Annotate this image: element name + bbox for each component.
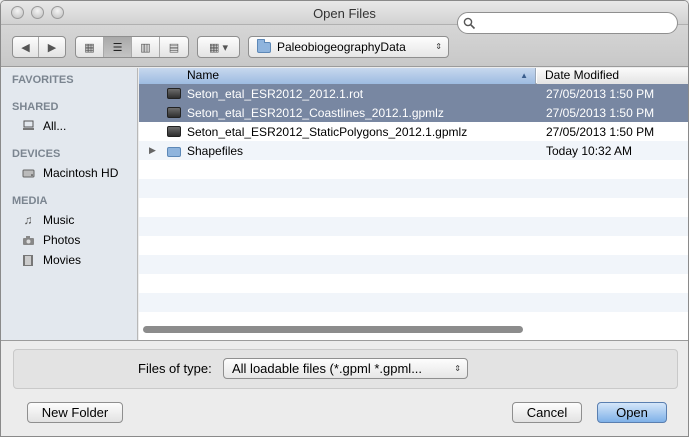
sidebar-header-favorites: FAVORITES <box>12 74 74 86</box>
sidebar-item-macintosh-hd[interactable]: Macintosh HD <box>21 166 118 180</box>
camera-icon <box>21 233 35 247</box>
coverflow-view-button[interactable]: ▤ <box>160 37 188 57</box>
date-modified-column-header[interactable]: Date Modified <box>537 68 688 84</box>
icon-view-button[interactable]: ▦ <box>76 37 104 57</box>
sidebar-item-label: Movies <box>43 253 82 267</box>
open-button[interactable]: Open <box>597 402 667 423</box>
list-view-button[interactable]: ☰ <box>104 37 132 57</box>
sidebar-item-label: Macintosh HD <box>43 166 119 180</box>
empty-row-stripe <box>139 217 688 236</box>
view-mode-buttons: ▦ ☰ ▥ ▤ <box>75 36 189 58</box>
file-date: 27/05/2013 1:50 PM <box>546 124 655 139</box>
file-date: 27/05/2013 1:50 PM <box>546 86 655 101</box>
music-note-icon: ♫ <box>23 213 33 227</box>
sidebar-item-movies[interactable]: Movies <box>21 253 81 267</box>
updown-arrows-icon: ⇕ <box>454 363 461 373</box>
file-list: Name ▲ Date Modified Seton_etal_ESR2012_… <box>139 68 688 340</box>
sidebar-item-label: Music <box>43 213 75 227</box>
horizontal-scrollbar[interactable] <box>143 326 523 333</box>
file-icon <box>167 126 181 137</box>
sidebar-header-shared: SHARED <box>12 101 59 113</box>
empty-row-stripe <box>139 179 688 198</box>
sidebar-item-label: All... <box>43 119 67 133</box>
arrange-menu-button[interactable]: ▦ ▾ <box>197 36 240 58</box>
drive-icon <box>21 166 35 180</box>
sidebar-item-label: Photos <box>43 233 81 247</box>
file-name: Seton_etal_ESR2012_Coastlines_2012.1.gpm… <box>187 105 444 120</box>
divider <box>1 340 688 341</box>
file-row[interactable]: Seton_etal_ESR2012_2012.1.rot 27/05/2013… <box>139 84 688 103</box>
file-type-select[interactable]: All loadable files (*.gpml *.gpml... ⇕ <box>223 358 468 379</box>
sidebar-header-media: MEDIA <box>12 195 48 207</box>
sort-ascending-icon: ▲ <box>520 71 528 80</box>
search-icon <box>463 17 476 30</box>
sidebar-header-devices: DEVICES <box>12 148 61 160</box>
sidebar: FAVORITES SHARED All... DEVICES Macintos… <box>1 68 138 340</box>
empty-row-stripe <box>139 255 688 274</box>
folder-name: Shapefiles <box>187 143 244 158</box>
arrange-icon: ▦ ▾ <box>209 41 228 54</box>
folder-date: Today 10:32 AM <box>546 143 633 158</box>
name-column-label: Name <box>187 68 220 82</box>
file-icon <box>167 88 181 99</box>
file-name: Seton_etal_ESR2012_2012.1.rot <box>187 86 364 101</box>
column-headers: Name ▲ Date Modified <box>139 68 688 84</box>
folder-icon <box>257 38 271 53</box>
file-name: Seton_etal_ESR2012_StaticPolygons_2012.1… <box>187 124 468 139</box>
film-icon <box>21 253 35 267</box>
back-button[interactable]: ◀ <box>13 37 39 57</box>
forward-button[interactable]: ▶ <box>39 37 65 57</box>
cancel-button[interactable]: Cancel <box>512 402 582 423</box>
disclosure-triangle-icon[interactable]: ▶ <box>149 145 156 156</box>
new-folder-button[interactable]: New Folder <box>27 402 123 423</box>
files-of-type-label: Files of type: <box>138 361 212 376</box>
network-icon <box>21 119 35 133</box>
navigation-buttons: ◀ ▶ <box>12 36 66 58</box>
current-folder-name: PaleobiogeographyData <box>277 40 406 54</box>
folder-icon <box>167 147 181 157</box>
sidebar-item-all[interactable]: All... <box>21 119 66 133</box>
name-column-header[interactable]: Name ▲ <box>139 68 536 84</box>
path-popup[interactable]: PaleobiogeographyData ⇕ <box>248 36 449 58</box>
file-row[interactable]: Seton_etal_ESR2012_Coastlines_2012.1.gpm… <box>139 103 688 122</box>
file-icon <box>167 107 181 118</box>
file-type-value: All loadable files (*.gpml *.gpml... <box>232 361 423 376</box>
open-files-dialog: Open Files ◀ ▶ ▦ ☰ ▥ ▤ ▦ ▾ Paleobiogeogr… <box>0 0 689 437</box>
updown-arrows-icon: ⇕ <box>435 42 442 51</box>
sidebar-item-music[interactable]: ♫ Music <box>21 213 75 227</box>
search-input[interactable] <box>457 12 678 34</box>
empty-row-stripe <box>139 293 688 312</box>
file-row[interactable]: Seton_etal_ESR2012_StaticPolygons_2012.1… <box>139 122 688 141</box>
file-date: 27/05/2013 1:50 PM <box>546 105 655 120</box>
column-view-button[interactable]: ▥ <box>132 37 160 57</box>
folder-row[interactable]: ▶ Shapefiles Today 10:32 AM <box>139 141 688 160</box>
sidebar-item-photos[interactable]: Photos <box>21 233 80 247</box>
